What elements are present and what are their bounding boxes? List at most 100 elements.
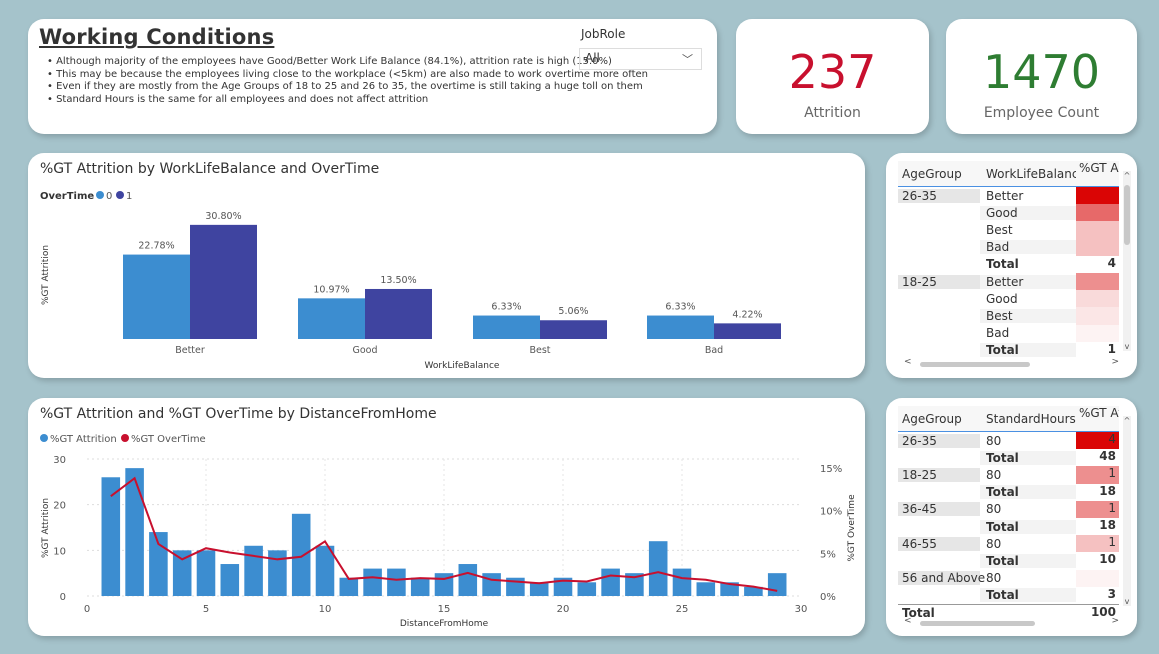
y2-tick-label: 5%	[820, 549, 836, 560]
category-cell: Better	[986, 188, 1024, 203]
column-header[interactable]: %GT A	[1076, 161, 1119, 186]
column-header[interactable]: WorkLifeBalance	[980, 167, 1076, 181]
table-total-row[interactable]: Total 48	[898, 449, 1119, 466]
table-row[interactable]: 26-35 80 4	[898, 432, 1119, 450]
wlb-overtime-bar-chart[interactable]: OverTime 0 1 %GT Attrition 22.78% 30.80% Bette…	[28, 153, 865, 378]
table-header: AgeGroup StandardHours %GT Att	[898, 406, 1119, 432]
x-axis-label: WorkLifeBalance	[425, 361, 500, 371]
agegroup-wlb-table[interactable]: AgeGroup WorkLifeBalance %GT A 26-35 Bett…	[898, 161, 1119, 359]
value-cell	[1076, 204, 1119, 222]
horizontal-scrollbar[interactable]: < >	[900, 616, 1123, 628]
bar	[410, 577, 430, 596]
legend-title: OverTime	[40, 191, 94, 202]
scroll-right-icon[interactable]: >	[1111, 616, 1119, 626]
x-tick-label: 20	[557, 604, 570, 615]
category-cell: Total	[980, 450, 1076, 465]
legend-label: %GT Attrition	[50, 434, 117, 445]
agegroup-wlb-table-card[interactable]: AgeGroup WorkLifeBalance %GT A 26-35 Bett…	[886, 153, 1137, 378]
y2-tick-label: 0%	[820, 592, 836, 603]
legend-label: 1	[126, 191, 132, 202]
x-tick-label: 5	[203, 604, 209, 615]
table-total-row[interactable]: Total 10	[898, 552, 1119, 569]
value-cell	[1076, 290, 1119, 308]
value-cell: 1	[1076, 466, 1119, 484]
employee-count-kpi-label: Employee Count	[983, 105, 1100, 121]
agegroup-standardhours-table-card[interactable]: AgeGroup StandardHours %GT Att 26-35804T…	[886, 398, 1137, 636]
value-cell: 4	[1107, 255, 1116, 270]
table-row[interactable]: 18-25 80 1	[898, 466, 1119, 484]
distance-combo-chart[interactable]: %GT Attrition %GT OverTime 0 10 20 30 0% 5% 10% 1…	[28, 398, 865, 636]
table-total-row[interactable]: Total 4	[898, 256, 1119, 273]
table-total-row[interactable]: Total 3	[898, 587, 1119, 604]
wlb-overtime-chart-card[interactable]: %GT Attrition by WorkLifeBalance and Ove…	[28, 153, 865, 378]
attrition-kpi-label: Attrition	[804, 105, 861, 121]
table-total-row[interactable]: Total 18	[898, 518, 1119, 535]
table-row[interactable]: 56 and Above 80	[898, 569, 1119, 587]
scroll-left-icon[interactable]: <	[904, 616, 912, 626]
bar	[190, 224, 257, 339]
value-cell	[1076, 569, 1119, 587]
bar	[577, 582, 597, 596]
y2-axis-label: %GT OverTime	[847, 494, 857, 562]
category-cell: 80	[986, 502, 1002, 517]
bar	[268, 550, 287, 596]
value-cell	[1076, 272, 1119, 291]
data-label: 30.80%	[205, 211, 241, 222]
table-row[interactable]: Bad	[898, 238, 1119, 256]
data-label: 6.33%	[491, 302, 521, 313]
table-row[interactable]: Best	[898, 307, 1119, 325]
bar	[529, 582, 549, 596]
bar	[220, 564, 240, 596]
table-row[interactable]: 46-55 80 1	[898, 535, 1119, 553]
table-row[interactable]: Best	[898, 221, 1119, 239]
category-cell: Bad	[980, 240, 1076, 255]
distance-chart-card[interactable]: %GT Attrition and %GT OverTime by Distan…	[28, 398, 865, 636]
x-tick-label: 10	[319, 604, 332, 615]
scroll-left-icon[interactable]: <	[904, 357, 912, 367]
attrition-kpi-value: 237	[788, 45, 877, 99]
table-row[interactable]: Good	[898, 204, 1119, 222]
table-total-row[interactable]: Total 18	[898, 484, 1119, 501]
horizontal-scrollbar[interactable]: < >	[900, 357, 1123, 369]
x-tick-label: Better	[175, 345, 205, 356]
jobrole-dropdown[interactable]: All ﹀	[579, 48, 702, 70]
age-group-cell: 26-35	[898, 433, 980, 448]
column-header[interactable]: StandardHours	[980, 412, 1076, 426]
column-header[interactable]: AgeGroup	[898, 412, 980, 426]
scrollbar-thumb[interactable]	[920, 362, 1030, 367]
age-group-cell: 18-25	[898, 274, 980, 289]
column-header[interactable]: AgeGroup	[898, 167, 980, 181]
scrollbar-thumb[interactable]	[1124, 185, 1130, 245]
scroll-right-icon[interactable]: >	[1111, 357, 1119, 367]
vertical-scrollbar[interactable]: ^ v	[1123, 171, 1131, 351]
category-cell: Better	[980, 274, 1076, 289]
insight-bullet: • Standard Hours is the same for all emp…	[47, 93, 429, 105]
scrollbar-thumb[interactable]	[920, 621, 1035, 626]
bar	[672, 568, 692, 596]
scroll-down-icon[interactable]: v	[1123, 597, 1131, 606]
table-row[interactable]: Good	[898, 290, 1119, 308]
column-header[interactable]: %GT Att	[1076, 406, 1119, 431]
scroll-up-icon[interactable]: ^	[1123, 416, 1131, 425]
data-label: 22.78%	[138, 241, 174, 252]
bar	[196, 550, 216, 596]
table-row[interactable]: Bad	[898, 324, 1119, 342]
category-cell: Total	[980, 343, 1076, 358]
data-label: 13.50%	[380, 275, 416, 286]
bar	[540, 320, 607, 339]
vertical-scrollbar[interactable]: ^ v	[1123, 416, 1131, 606]
table-row[interactable]: 18-25 Better	[898, 272, 1119, 291]
value-cell	[1076, 221, 1119, 239]
table-row[interactable]: 26-35 Better	[898, 187, 1119, 205]
scroll-down-icon[interactable]: v	[1123, 342, 1131, 351]
y-axis-label: %GT Attrition	[41, 498, 51, 558]
chevron-down-icon: ﹀	[682, 53, 693, 66]
table-row[interactable]: 36-45 80 1	[898, 500, 1119, 518]
x-tick-label: 15	[438, 604, 451, 615]
agegroup-standardhours-table[interactable]: AgeGroup StandardHours %GT Att 26-35804T…	[898, 406, 1119, 621]
age-group-cell: 26-35	[898, 188, 980, 203]
category-cell: Total	[980, 553, 1076, 568]
table-total-row[interactable]: Total 1	[898, 342, 1119, 359]
scroll-up-icon[interactable]: ^	[1123, 171, 1131, 180]
insight-bullet: • This may be because the employees livi…	[47, 68, 649, 80]
